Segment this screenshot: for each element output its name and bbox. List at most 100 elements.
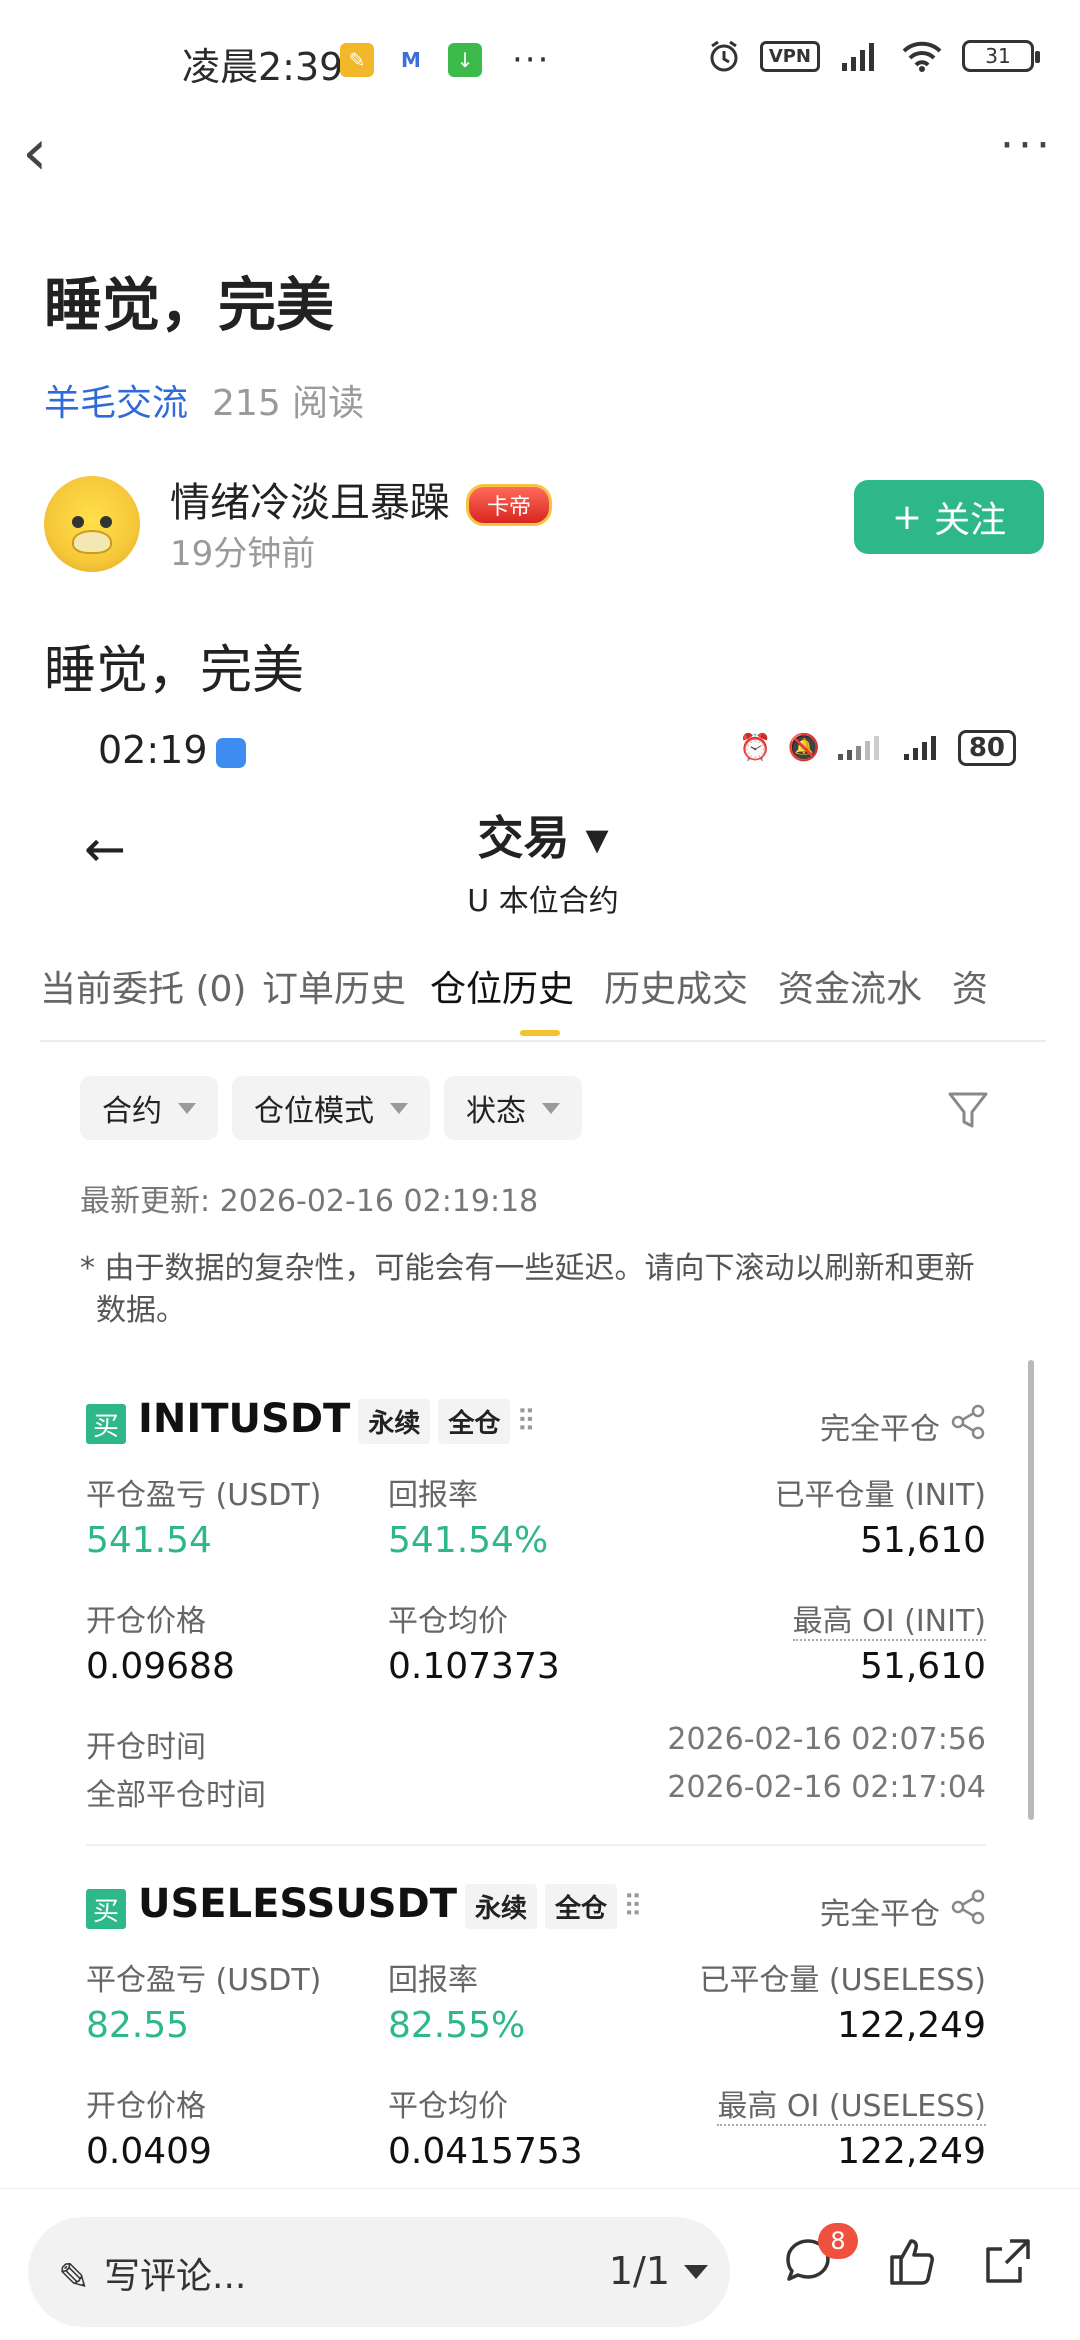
pnl-label: 平仓盈亏 (USDT) (86, 1963, 322, 1998)
symbol-text: INITUSDT (138, 1396, 351, 1442)
filter-position-mode[interactable]: 仓位模式 (232, 1076, 430, 1140)
tab-funding[interactable]: 资金流水 (778, 960, 922, 1012)
inner-signal-icon-1 (837, 736, 879, 760)
pnl-value: 541.54 (86, 1520, 212, 1561)
position-card[interactable]: 买 USELESSUSDT 永续 全仓 ⫶⫶ 完全平仓 平仓盈亏 (USDT) 82.5… (86, 1875, 986, 2180)
closed-label: 已平仓量 (INIT) (774, 1478, 986, 1513)
tag-cross: 全仓 (545, 1883, 618, 1929)
open-price-value: 0.09688 (86, 1646, 235, 1687)
position-card[interactable]: 买 INITUSDT 永续 全仓 ⫶⫶ 完全平仓 平仓盈亏 (USDT) 541.54 … (86, 1390, 986, 1813)
filter-mode-label: 仓位模式 (254, 1094, 374, 1129)
tab-order-history[interactable]: 订单历史 (262, 960, 406, 1012)
tab-more[interactable]: 资 (952, 960, 988, 1012)
filter-contract[interactable]: 合约 (80, 1076, 218, 1140)
like-icon[interactable] (886, 2233, 942, 2289)
pencil-icon: ✎ (58, 2255, 90, 2299)
page-indicator[interactable]: 1/1 (609, 2249, 670, 2293)
closed-qty: 已平仓量 (USELESS) 122,249 (699, 1955, 986, 2046)
more-menu-icon[interactable]: ··· (1000, 120, 1054, 171)
filter-contract-label: 合约 (102, 1094, 162, 1129)
embedded-screenshot[interactable]: 02:19 ⏰ 🔕 80 ← 交易 ▾ U 本位合约 当前委托 (0) 订单历史… (40, 710, 1046, 2180)
follow-button[interactable]: + 关注 (854, 480, 1044, 554)
share-out-icon[interactable] (980, 2233, 1036, 2289)
open-price-value: 0.0409 (86, 2131, 212, 2172)
pnl-label: 平仓盈亏 (USDT) (86, 1478, 322, 1513)
pnl: 平仓盈亏 (USDT) 541.54 (86, 1470, 321, 1561)
post-time: 19分钟前 (170, 534, 316, 574)
chevron-down-icon[interactable] (684, 2265, 708, 2279)
weather-icon (215, 737, 246, 768)
closed-qty: 已平仓量 (INIT) 51,610 (775, 1470, 986, 1561)
open-time-label: 开仓时间 (86, 1730, 206, 1765)
author-name[interactable]: 情绪冷淡且暴躁 卡帝 (170, 470, 553, 528)
back-icon[interactable]: ‹ (22, 118, 82, 188)
vip-badge: 卡帝 (466, 484, 553, 526)
roi: 回报率 541.54% (388, 1470, 548, 1561)
max-oi-value: 51,610 (860, 1646, 986, 1687)
candlestick-icon[interactable]: ⫶⫶ (518, 1404, 533, 1439)
inner-signal-icon-2 (903, 736, 936, 760)
max-oi: 最高 OI (USELESS) 122,249 (717, 2081, 986, 2172)
author-name-text: 情绪冷淡且暴躁 (170, 480, 450, 526)
tab-position-history[interactable]: 仓位历史 (430, 960, 574, 1012)
closed-value: 122,249 (837, 2005, 986, 2046)
tag-cross: 全仓 (438, 1398, 511, 1444)
avatar[interactable] (44, 476, 140, 572)
comment-placeholder: 写评论... (104, 2256, 247, 2297)
vpn-icon: VPN (759, 40, 820, 72)
tab-trade-history[interactable]: 历史成交 (604, 960, 748, 1012)
author-row: 情绪冷淡且暴躁 卡帝 19分钟前 + 关注 (44, 470, 1044, 580)
share-icon[interactable] (950, 1404, 986, 1440)
open-price: 开仓价格 0.0409 (86, 2081, 212, 2172)
filter-status[interactable]: 状态 (444, 1076, 582, 1140)
closed-value: 51,610 (860, 1520, 986, 1561)
position-status: 完全平仓 (820, 1897, 940, 1932)
card-row: 平仓盈亏 (USDT) 82.55 回报率 82.55% 已平仓量 (USELESS… (86, 1955, 986, 2081)
filter-status-label: 状态 (466, 1094, 526, 1129)
closed-label: 已平仓量 (USELESS) (699, 1963, 986, 1998)
buy-tag: 买 (86, 1889, 126, 1929)
share-icon[interactable] (950, 1889, 986, 1925)
signal-icon (842, 43, 874, 71)
avg-close: 平仓均价 0.0415753 (388, 2081, 583, 2172)
card-row: 开仓价格 0.0409 平仓均价 0.0415753 最高 OI (USELESS)… (86, 2081, 986, 2180)
max-oi: 最高 OI (INIT) 51,610 (792, 1596, 986, 1687)
card-header: 买 INITUSDT 永续 全仓 ⫶⫶ 完全平仓 (86, 1390, 986, 1460)
trade-subtitle: U 本位合约 (467, 884, 619, 919)
mute-icon: 🔕 (787, 733, 820, 763)
avg-close-label: 平仓均价 (388, 1604, 508, 1639)
post-title: 睡觉，完美 (44, 271, 335, 339)
delay-note: * 由于数据的复杂性，可能会有一些延迟。请向下滚动以刷新和更新数据。 (80, 1251, 975, 1328)
max-oi-label[interactable]: 最高 OI (INIT) (792, 1604, 986, 1641)
card-row: 平仓盈亏 (USDT) 541.54 回报率 541.54% 已平仓量 (INIT)… (86, 1470, 986, 1596)
avg-close-value: 0.0415753 (388, 2131, 583, 2172)
alarm-icon (710, 40, 738, 72)
close-time-label: 全部平仓时间 (86, 1778, 266, 1813)
symbol: INITUSDT 永续 全仓 ⫶⫶ (138, 1396, 533, 1444)
filter-funnel-icon[interactable] (946, 1088, 990, 1132)
roi-label: 回报率 (388, 1478, 478, 1513)
filter-bar: 合约 仓位模式 状态 (80, 1076, 582, 1140)
max-oi-label[interactable]: 最高 OI (USELESS) (717, 2089, 986, 2126)
comment-input[interactable]: ✎ 写评论... 1/1 (28, 2217, 730, 2327)
card-times: 开仓时间 2026-02-16 02:07:56 全部平仓时间 2026-02-16… (86, 1722, 986, 1813)
history-tabs: 当前委托 (0) 订单历史 仓位历史 历史成交 资金流水 资 (40, 960, 1046, 1040)
candlestick-icon[interactable]: ⫶⫶ (625, 1889, 640, 1924)
roi-value: 82.55% (388, 2005, 526, 2046)
active-tab-indicator (520, 1030, 560, 1036)
trade-title[interactable]: 交易 ▾ (40, 802, 1046, 868)
tag-perpetual: 永续 (358, 1398, 431, 1444)
symbol: USELESSUSDT 永续 全仓 ⫶⫶ (138, 1881, 640, 1929)
status-bar: 凌晨2:39 ✎ M ↓ ··· VPN 31 (0, 0, 1080, 110)
close-time-value: 2026-02-16 02:17:04 (667, 1770, 986, 1805)
group-link[interactable]: 羊毛交流 (44, 383, 188, 424)
inner-alarm-icon: ⏰ (739, 733, 772, 763)
scrollbar[interactable] (1028, 1360, 1034, 1820)
position-status: 完全平仓 (820, 1412, 940, 1447)
avatar-beak (72, 530, 112, 554)
open-price-label: 开仓价格 (86, 1604, 206, 1639)
system-icons: VPN 31 (706, 38, 1040, 74)
roi-value: 541.54% (388, 1520, 549, 1561)
tab-open-orders[interactable]: 当前委托 (0) (40, 960, 246, 1012)
last-updated: 最新更新: 2026-02-16 02:19:18 (80, 1184, 539, 1219)
